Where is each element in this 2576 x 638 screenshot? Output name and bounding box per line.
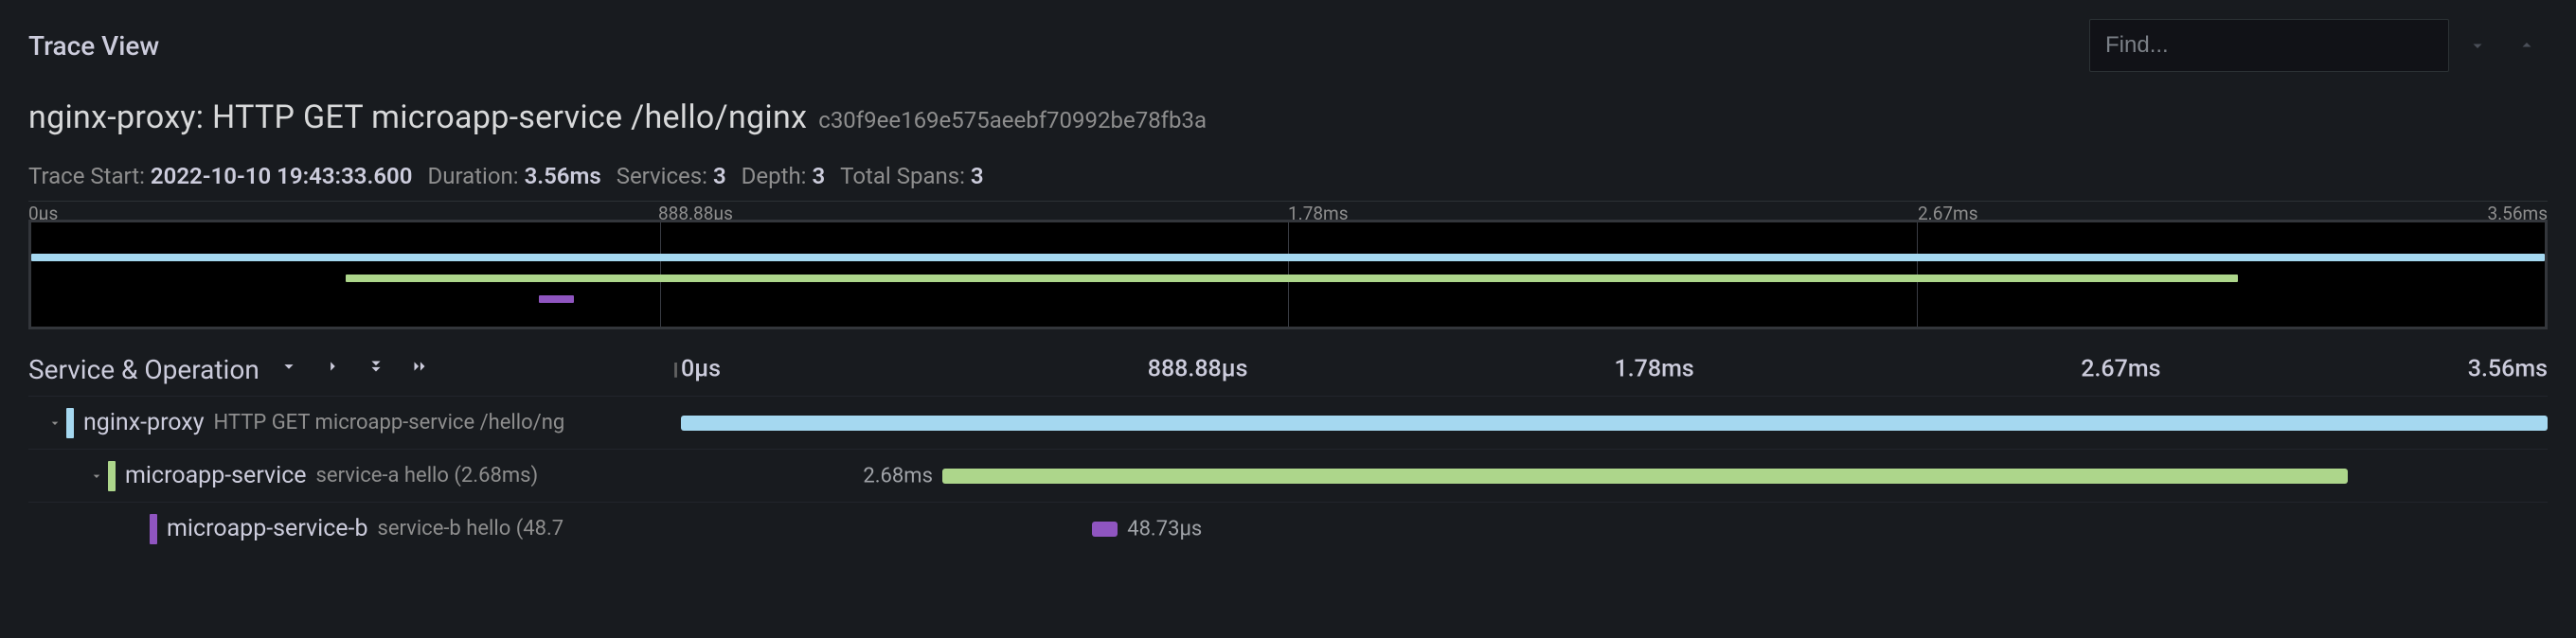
chevron-right-icon (322, 356, 343, 377)
span-operation-name: service-b hello (48.7 (378, 517, 564, 541)
timeline-tick: 888.88µs (1148, 356, 1248, 383)
span-color-marker (150, 514, 157, 544)
page-title: Trace View (28, 30, 159, 62)
minimap-span-bar (346, 275, 2238, 282)
span-service-name: microapp-service (125, 462, 307, 489)
span-bar (681, 416, 2548, 431)
chevron-down-icon (47, 416, 63, 431)
timeline-ruler: 0µs 888.88µs 1.78ms 2.67ms 3.56ms (681, 343, 2548, 396)
find-group (2089, 19, 2548, 72)
collapse-all-button[interactable] (366, 356, 386, 382)
span-bar (1092, 522, 1118, 537)
span-row[interactable]: microapp-service-b service-b hello (48.7 4… (28, 502, 2548, 555)
collapse-one-button[interactable] (278, 356, 299, 382)
column-resize-handle[interactable]: || (668, 360, 681, 380)
arrow-down-icon (2469, 37, 2486, 54)
expand-one-button[interactable] (322, 356, 343, 382)
trace-id: c30f9ee169e575aeebf70992be78fb3a (818, 107, 1207, 133)
minimap-span-bar (539, 295, 574, 303)
span-duration-label: 48.73µs (1127, 517, 1202, 541)
span-row[interactable]: nginx-proxy HTTP GET microapp-service /he… (28, 396, 2548, 449)
span-service-name: microapp-service-b (167, 515, 368, 542)
timeline-tick: 3.56ms (2468, 356, 2548, 383)
span-duration-label: 2.68ms (863, 464, 933, 487)
span-operation-name: service-a hello (2.68ms) (316, 464, 539, 487)
chevron-down-icon (89, 469, 104, 484)
service-operation-header: Service & Operation (28, 354, 259, 385)
span-toggle[interactable] (85, 469, 108, 484)
arrow-up-icon (2518, 37, 2535, 54)
span-color-marker (66, 408, 74, 438)
span-timeline: 2.68ms (681, 450, 2548, 502)
minimap-ruler: 0µs888.88µs1.78ms2.67ms3.56ms (28, 201, 2548, 220)
trace-name: nginx-proxy: HTTP GET microapp-service /… (28, 98, 807, 136)
find-input[interactable] (2089, 19, 2449, 72)
timeline-tick: 1.78ms (1615, 356, 1694, 383)
span-timeline: 48.73µs (681, 503, 2548, 555)
span-service-name: nginx-proxy (83, 409, 205, 436)
span-color-marker (108, 461, 116, 491)
minimap-span-bar (31, 254, 2545, 261)
span-row[interactable]: microapp-service service-a hello (2.68ms)… (28, 449, 2548, 502)
minimap[interactable] (28, 220, 2548, 329)
trace-meta: Trace Start: 2022-10-10 19:43:33.600 Dur… (28, 163, 2548, 189)
double-chevron-down-icon (366, 356, 386, 377)
find-next-button[interactable] (2457, 19, 2498, 72)
timeline-tick: 2.67ms (2081, 356, 2160, 383)
double-chevron-right-icon (409, 356, 430, 377)
span-toggle[interactable] (44, 416, 66, 431)
chevron-down-icon (278, 356, 299, 377)
timeline-tick: 0µs (681, 356, 721, 383)
span-operation-name: HTTP GET microapp-service /hello/ng (214, 411, 565, 434)
find-prev-button[interactable] (2506, 19, 2548, 72)
span-timeline (681, 397, 2548, 449)
span-bar (942, 469, 2348, 484)
expand-all-button[interactable] (409, 356, 430, 382)
